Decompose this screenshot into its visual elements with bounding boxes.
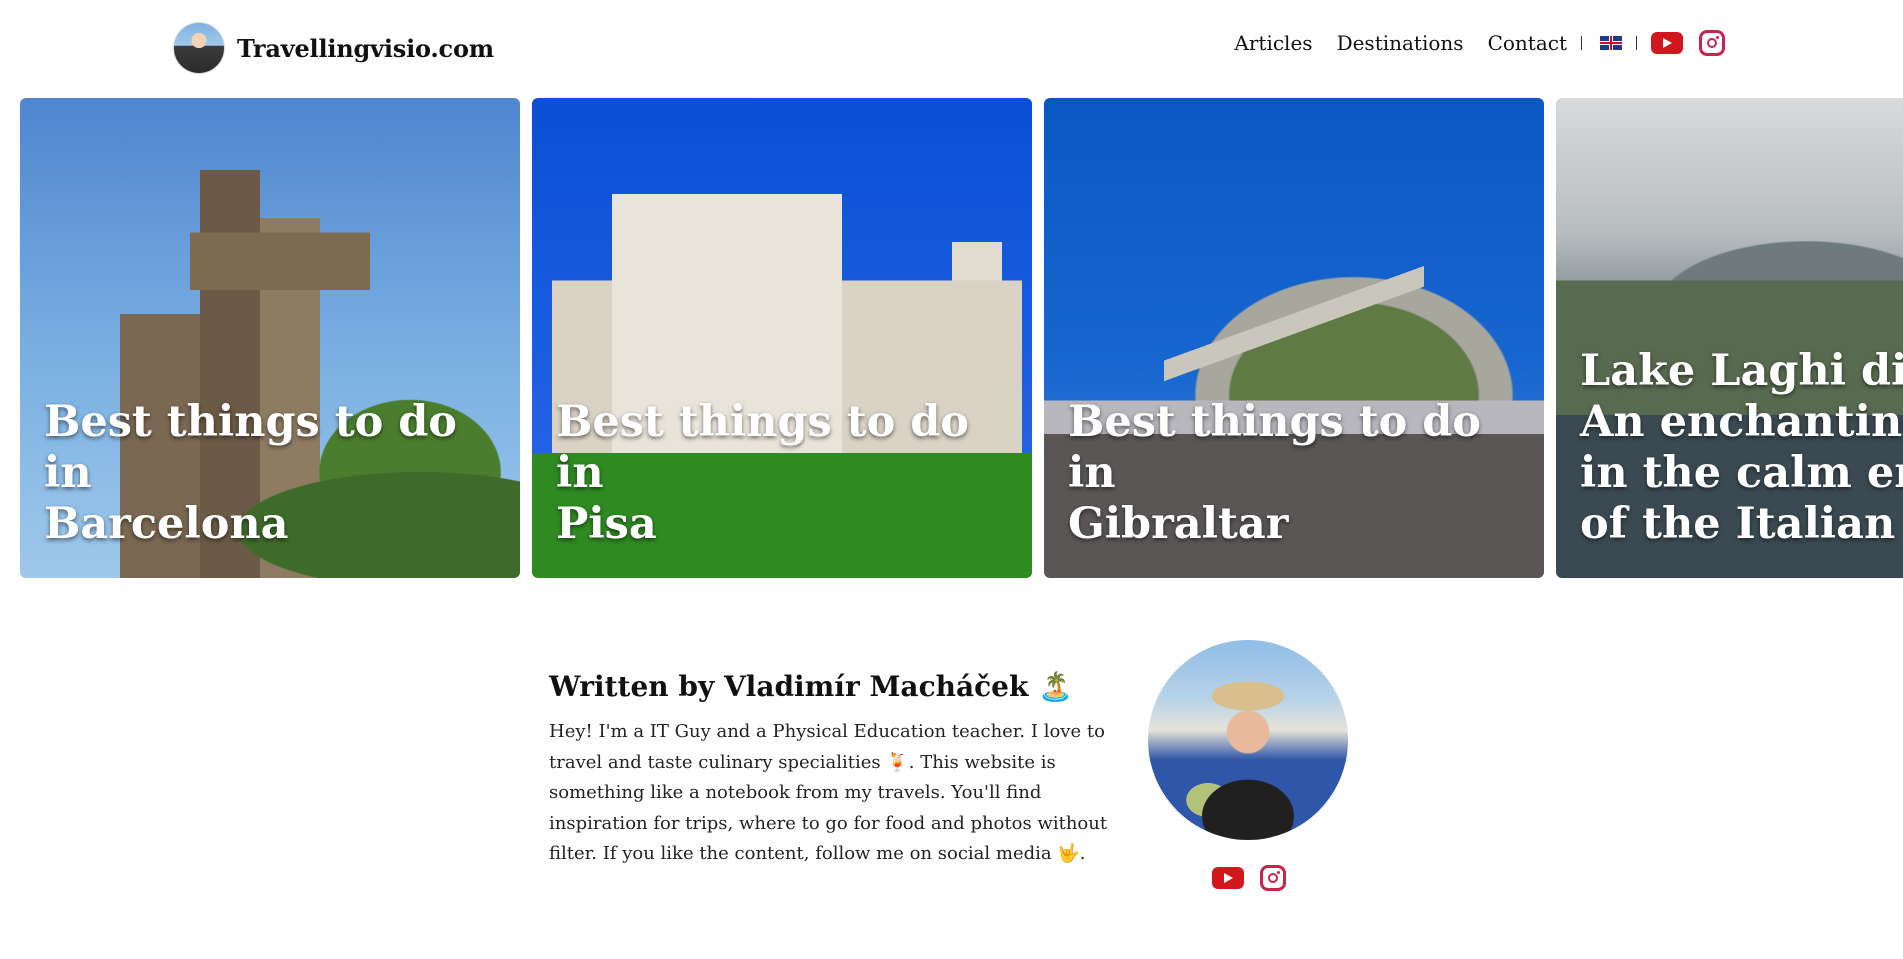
- youtube-icon[interactable]: [1212, 867, 1244, 889]
- site-logo[interactable]: Travellingvisio.com: [173, 22, 494, 74]
- nav-destinations[interactable]: Destinations: [1337, 31, 1464, 55]
- article-card-title[interactable]: Best things to do in Barcelona: [44, 397, 510, 550]
- youtube-icon[interactable]: [1651, 32, 1683, 54]
- article-card-barcelona[interactable]: Best things to do in Barcelona: [20, 98, 520, 578]
- author-social-links: [1212, 865, 1286, 891]
- instagram-icon[interactable]: [1260, 865, 1286, 891]
- article-card-gibraltar[interactable]: Best things to do in Gibraltar: [1044, 98, 1544, 578]
- logo-avatar[interactable]: [173, 22, 225, 74]
- author-bio: Hey! I'm a IT Guy and a Physical Educati…: [549, 721, 1108, 864]
- author-heading: Written by Vladimír Macháček 🏝️: [549, 670, 1074, 703]
- nav-articles[interactable]: Articles: [1234, 31, 1312, 55]
- author-photo: [1148, 640, 1348, 840]
- article-carousel: Best things to do in Barcelona Best thin…: [20, 98, 1903, 578]
- nav-contact[interactable]: Contact: [1488, 31, 1567, 55]
- site-name[interactable]: Travellingvisio.com: [237, 34, 494, 63]
- author-section: Written by Vladimír Macháček 🏝️ Hey! I'm…: [549, 670, 1119, 870]
- site-header: Travellingvisio.com Articles Destination…: [0, 0, 1903, 98]
- uk-flag-icon[interactable]: [1600, 36, 1622, 50]
- main-nav: Articles Destinations Contact: [1210, 30, 1725, 56]
- nav-divider: [1636, 36, 1637, 50]
- article-card-pisa[interactable]: Best things to do in Pisa: [532, 98, 1032, 578]
- article-card-lake[interactable]: Lake Laghi di Fu An enchanting v in the …: [1556, 98, 1903, 578]
- article-card-title[interactable]: Lake Laghi di Fu An enchanting v in the …: [1580, 346, 1903, 550]
- article-card-title[interactable]: Best things to do in Gibraltar: [1068, 397, 1534, 550]
- article-card-title[interactable]: Best things to do in Pisa: [556, 397, 1022, 550]
- instagram-icon[interactable]: [1699, 30, 1725, 56]
- nav-divider: [1581, 36, 1582, 50]
